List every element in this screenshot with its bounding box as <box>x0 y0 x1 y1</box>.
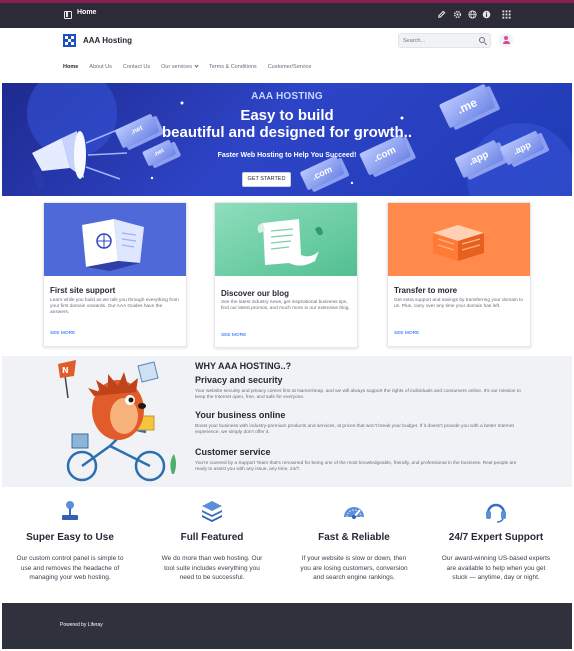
pencil-icon[interactable] <box>436 10 446 20</box>
why-section-title: Your business online <box>195 410 286 420</box>
gear-icon[interactable] <box>452 10 462 20</box>
feature-text: Our custom control panel is simple to us… <box>16 555 124 582</box>
feature-title: 24/7 Expert Support <box>448 532 544 543</box>
feature-text: We do more than web hosting. Our tool su… <box>161 555 263 582</box>
main-navigation: Home About Us Contact Us Our services Te… <box>63 63 322 74</box>
nav-item-customer-service[interactable]: Customer/Service <box>268 64 312 74</box>
hedgehog-bicycle-illustration: N <box>58 360 176 482</box>
transfer-boxes-illustration <box>388 203 530 276</box>
info-icon[interactable] <box>481 10 491 20</box>
see-more-link[interactable]: SEE MORE <box>50 331 75 336</box>
search-icon[interactable] <box>479 37 485 43</box>
hero-title-line-2: beautiful and designed for growth.. <box>162 124 412 141</box>
site-footer: Powered by Liferay <box>2 603 572 649</box>
chevron-down-icon <box>194 63 199 68</box>
search-box <box>398 33 491 48</box>
headset-icon <box>486 503 506 523</box>
why-section-text: You're covered by a Support Team that's … <box>195 461 517 473</box>
hero-banner: .net .net .me .com .app .app .com AAA HO… <box>2 83 572 196</box>
nav-item-our-services[interactable]: Our services <box>161 63 199 74</box>
nav-item-home[interactable]: Home <box>63 64 78 74</box>
why-section-title: Customer service <box>195 447 271 457</box>
nav-item-our-services-label: Our services <box>161 64 192 70</box>
see-more-link[interactable]: SEE MORE <box>394 331 419 336</box>
panel-icon[interactable] <box>64 11 72 19</box>
feature-title: Fast & Reliable <box>318 532 390 543</box>
joystick-icon <box>62 501 78 520</box>
layers-icon <box>202 501 222 522</box>
site-logo-icon[interactable] <box>63 34 76 47</box>
site-header: AAA Hosting Home About Us Contact Us Our… <box>0 28 574 82</box>
card-transfer-to-more: Transfer to more Get extra support and s… <box>387 202 531 347</box>
feature-title: Super Easy to Use <box>26 532 114 543</box>
hero-subtitle: Faster Web Hosting to Help You Succeed! <box>217 152 357 159</box>
card-discover-blog: Discover our blog See the latest industr… <box>214 202 358 348</box>
hero-brand-title: AAA HOSTING <box>251 91 323 102</box>
why-section: N WHY AAA HOSTING..? Privacy and securit… <box>2 356 572 487</box>
card-first-site-support: First site support Learn while you build… <box>43 202 187 347</box>
get-started-button[interactable]: GET STARTED <box>242 172 291 187</box>
powered-by-link[interactable]: Powered by Liferay <box>60 622 103 628</box>
card-text: Get extra support and savings by transfe… <box>394 298 524 310</box>
topbar-home-label: Home <box>77 9 97 16</box>
card-text: Learn while you build as we talk you thr… <box>50 298 179 316</box>
why-section-title: Privacy and security <box>195 375 283 385</box>
why-heading: WHY AAA HOSTING..? <box>195 361 292 371</box>
why-section-text: Your website security and privacy comes … <box>195 389 521 401</box>
nav-item-terms[interactable]: Terms & Conditions <box>209 64 257 74</box>
card-text: See the latest industry news, get inspir… <box>221 300 350 312</box>
nav-item-about-us[interactable]: About Us <box>89 64 112 74</box>
svg-text:N: N <box>62 366 69 375</box>
blog-scroll-illustration <box>215 203 357 276</box>
why-section-text: Boost your business with industry-premiu… <box>195 424 514 436</box>
guide-book-illustration <box>44 203 186 276</box>
hero-title-line-1: Easy to build <box>240 107 334 124</box>
feature-title: Full Featured <box>180 532 244 543</box>
globe-icon[interactable] <box>467 10 477 20</box>
see-more-link[interactable]: SEE MORE <box>221 333 246 338</box>
site-brand-name[interactable]: AAA Hosting <box>83 36 132 45</box>
nav-item-contact-us[interactable]: Contact Us <box>123 64 150 74</box>
feature-text: If your website is slow or down, then yo… <box>300 555 408 582</box>
card-title: First site support <box>50 286 116 295</box>
card-title: Discover our blog <box>221 289 290 298</box>
apps-grid-icon[interactable] <box>501 10 511 20</box>
feature-text: Our award-winning US-based experts are a… <box>441 555 551 582</box>
search-input[interactable] <box>403 35 473 47</box>
card-title: Transfer to more <box>394 286 458 295</box>
user-avatar-icon[interactable] <box>499 33 513 47</box>
speedometer-icon <box>344 507 364 519</box>
admin-control-bar: Home <box>0 0 574 28</box>
